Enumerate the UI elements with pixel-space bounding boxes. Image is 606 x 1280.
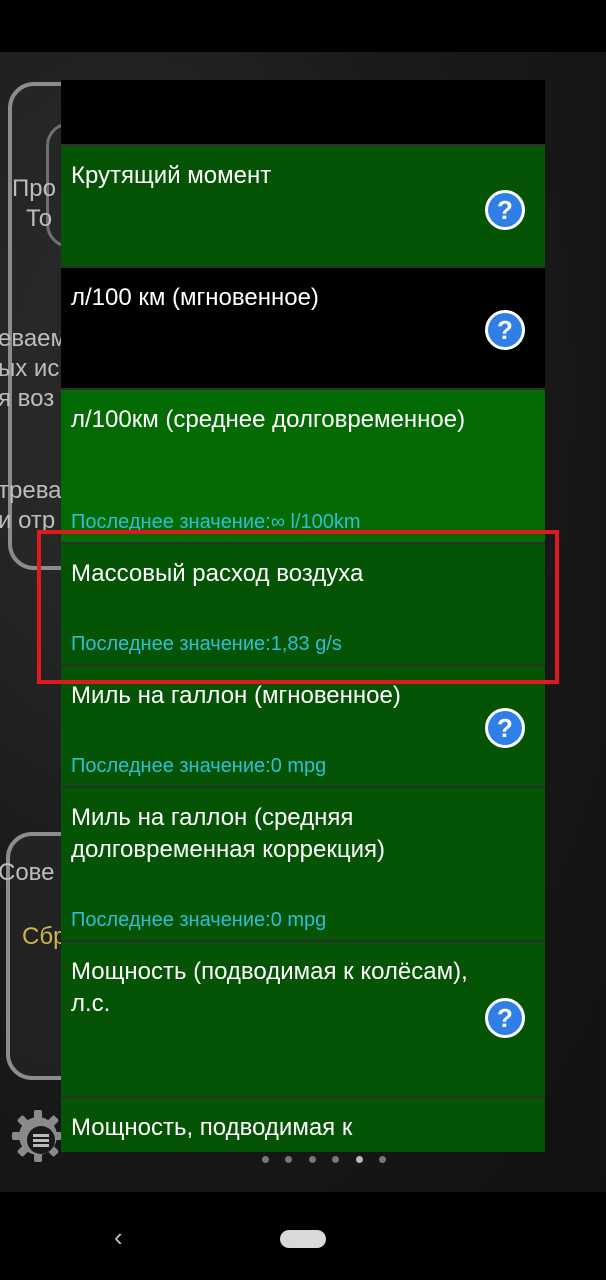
- page-dot: [285, 1156, 293, 1163]
- bg-text: еваем: [0, 325, 68, 352]
- item-title: л/100 км (мгновенное): [71, 284, 319, 311]
- item-title: Крутящий момент: [71, 162, 272, 189]
- item-last-value: Последнее значение:∞ l/100km: [71, 511, 361, 533]
- status-bar: [0, 0, 606, 52]
- home-pill[interactable]: [280, 1230, 326, 1248]
- page-dot: [262, 1156, 269, 1163]
- system-navigation-bar: ‹: [0, 1192, 606, 1280]
- page-dot: [355, 1156, 363, 1163]
- bg-text: Сове: [0, 859, 55, 886]
- item-last-value: Последнее значение:0 mpg: [71, 755, 327, 777]
- help-icon[interactable]: ?: [485, 708, 525, 748]
- help-icon[interactable]: ?: [485, 998, 525, 1038]
- bg-text: Про: [12, 175, 56, 202]
- list-item-torque[interactable]: Крутящий момент ?: [61, 146, 545, 268]
- bg-text: ых ис: [0, 355, 60, 382]
- dialog-header: [61, 80, 545, 146]
- help-icon[interactable]: ?: [485, 190, 525, 230]
- list-item-l100km-instant[interactable]: л/100 км (мгновенное) ?: [61, 268, 545, 390]
- bg-button-text: Сбр: [22, 923, 67, 950]
- bg-text: трева: [0, 477, 62, 504]
- bg-text: я воз: [0, 385, 55, 412]
- list-item-l100km-average[interactable]: л/100км (среднее долговременное) Последн…: [61, 390, 545, 544]
- page-dot: [308, 1156, 316, 1163]
- bg-text: и отр: [0, 507, 56, 534]
- page-dot: [379, 1156, 387, 1163]
- list-item-mpg-average[interactable]: Миль на галлон (средняя долговременная к…: [61, 788, 545, 942]
- gear-menu-icon[interactable]: [10, 1108, 66, 1164]
- item-title: Миль на галлон (мгновенное): [71, 682, 401, 709]
- item-title: л/100км (среднее долговременное): [71, 406, 466, 433]
- list-item-mpg-instant[interactable]: Миль на галлон (мгновенное) Последнее зн…: [61, 666, 545, 788]
- list-item-power-wheels[interactable]: Мощность (подводимая к колёсам), л.с. ?: [61, 942, 545, 1098]
- back-icon[interactable]: ‹: [114, 1222, 123, 1253]
- list-item-mass-air-flow[interactable]: Массовый расход воздуха Последнее значен…: [61, 544, 545, 666]
- item-last-value: Последнее значение:0 mpg: [71, 909, 327, 931]
- list-item-power-supplied[interactable]: Мощность, подводимая к: [61, 1098, 545, 1152]
- page-indicator: [262, 1150, 398, 1168]
- sensor-list-dialog: Крутящий момент ? л/100 км (мгновенное) …: [61, 80, 545, 1152]
- item-title: Мощность (подводимая к колёсам), л.с.: [71, 958, 468, 1017]
- bg-text: То: [26, 205, 53, 232]
- item-title: Массовый расход воздуха: [71, 560, 364, 587]
- page-dot: [332, 1156, 340, 1163]
- item-title: Миль на галлон (средняя долговременная к…: [71, 804, 386, 863]
- help-icon[interactable]: ?: [485, 310, 525, 350]
- item-last-value: Последнее значение:1,83 g/s: [71, 633, 342, 655]
- item-title: Мощность, подводимая к: [71, 1114, 353, 1141]
